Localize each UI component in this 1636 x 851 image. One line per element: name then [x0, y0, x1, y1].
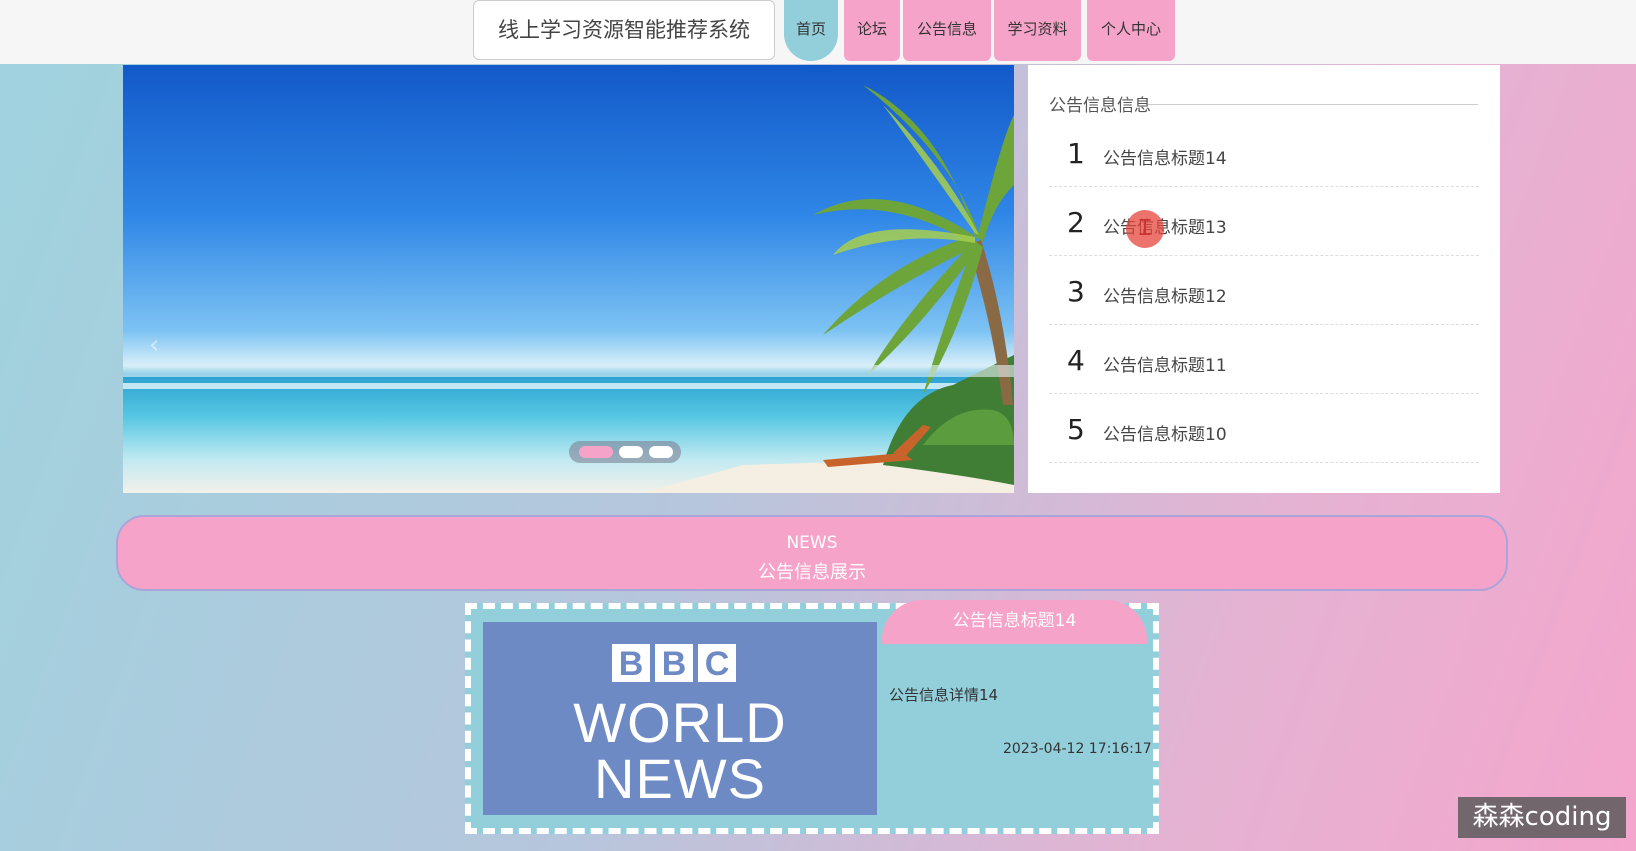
- bbc-letter: B: [612, 644, 650, 683]
- nav-personal-center[interactable]: 个人中心: [1087, 0, 1175, 61]
- nav-study-materials[interactable]: 学习资料: [994, 0, 1081, 61]
- notice-title-link[interactable]: 公告信息标题14: [1103, 144, 1227, 169]
- carousel-dot-1[interactable]: [579, 446, 613, 458]
- carousel-indicators: [569, 441, 681, 463]
- bbc-letter: B: [655, 644, 693, 683]
- notice-title-link[interactable]: 公告信息标题11: [1103, 351, 1227, 376]
- notice-list-item[interactable]: 2 公告信息标题13: [1049, 187, 1479, 256]
- news-card-timestamp: 2023-04-12 17:16:17: [1003, 741, 1152, 757]
- heading-divider: [1148, 104, 1478, 105]
- notice-index: 2: [1067, 206, 1085, 239]
- notice-index: 4: [1067, 344, 1085, 377]
- bbc-logo-boxes: BBC: [612, 644, 741, 683]
- news-card-image[interactable]: BBC WORLD NEWS: [483, 622, 877, 815]
- bbc-logo-news: NEWS: [594, 747, 766, 810]
- beach-palm-image: [123, 85, 1014, 493]
- notice-list-item[interactable]: 4 公告信息标题11: [1049, 325, 1479, 394]
- notice-title-link[interactable]: 公告信息标题12: [1103, 282, 1227, 307]
- text-cursor-icon: Ｉ: [1126, 210, 1164, 248]
- news-card-detail: 公告信息详情14: [889, 686, 999, 704]
- sea-highlight: [123, 365, 1014, 377]
- bbc-letter: C: [698, 644, 736, 683]
- nav-notices[interactable]: 公告信息: [903, 0, 991, 61]
- carousel-prev-icon[interactable]: ‹: [149, 330, 159, 360]
- news-section-banner: NEWS 公告信息展示: [116, 515, 1508, 591]
- site-title[interactable]: 线上学习资源智能推荐系统: [473, 0, 775, 60]
- notice-index: 5: [1067, 413, 1085, 446]
- watermark: 森森coding: [1458, 797, 1626, 838]
- top-navbar: 线上学习资源智能推荐系统 首页 论坛 公告信息 学习资料 个人中心: [0, 0, 1636, 64]
- notice-list-item[interactable]: 1 公告信息标题14: [1049, 118, 1479, 187]
- banner-carousel[interactable]: ‹: [123, 65, 1014, 493]
- nav-home[interactable]: 首页: [784, 0, 838, 61]
- notice-index: 1: [1067, 137, 1085, 170]
- notice-title-link[interactable]: 公告信息标题13: [1103, 213, 1227, 238]
- nav-forum[interactable]: 论坛: [844, 0, 900, 61]
- news-label-en: NEWS: [786, 533, 838, 553]
- notice-list-panel: 公告信息信息 1 公告信息标题14 2 公告信息标题13 3 公告信息标题12 …: [1028, 65, 1500, 493]
- notice-index: 3: [1067, 275, 1085, 308]
- notice-list-item[interactable]: 5 公告信息标题10: [1049, 394, 1479, 463]
- notice-list-item[interactable]: 3 公告信息标题12: [1049, 256, 1479, 325]
- news-card-title[interactable]: 公告信息标题14: [882, 600, 1147, 644]
- notice-title-link[interactable]: 公告信息标题10: [1103, 420, 1227, 445]
- notice-panel-heading: 公告信息信息: [1049, 96, 1151, 116]
- news-label-cn: 公告信息展示: [758, 562, 866, 583]
- carousel-dot-3[interactable]: [649, 446, 673, 458]
- carousel-dot-2[interactable]: [619, 446, 643, 458]
